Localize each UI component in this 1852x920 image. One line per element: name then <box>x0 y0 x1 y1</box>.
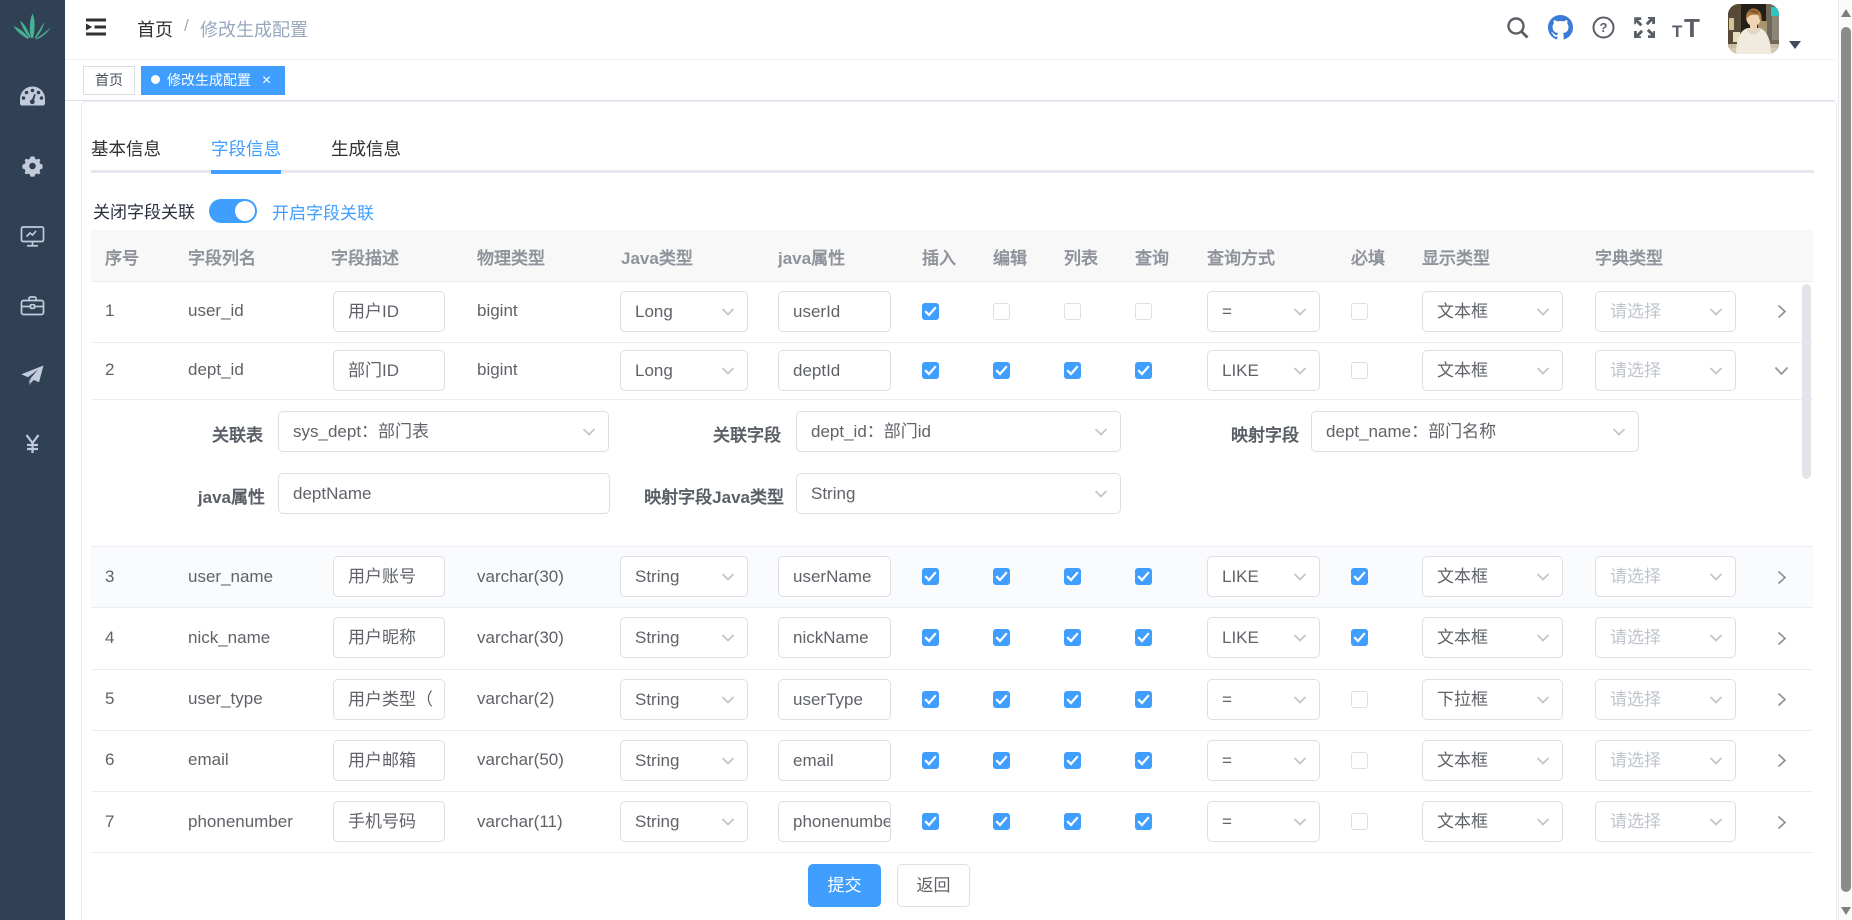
svg-text:?: ? <box>1600 20 1608 35</box>
